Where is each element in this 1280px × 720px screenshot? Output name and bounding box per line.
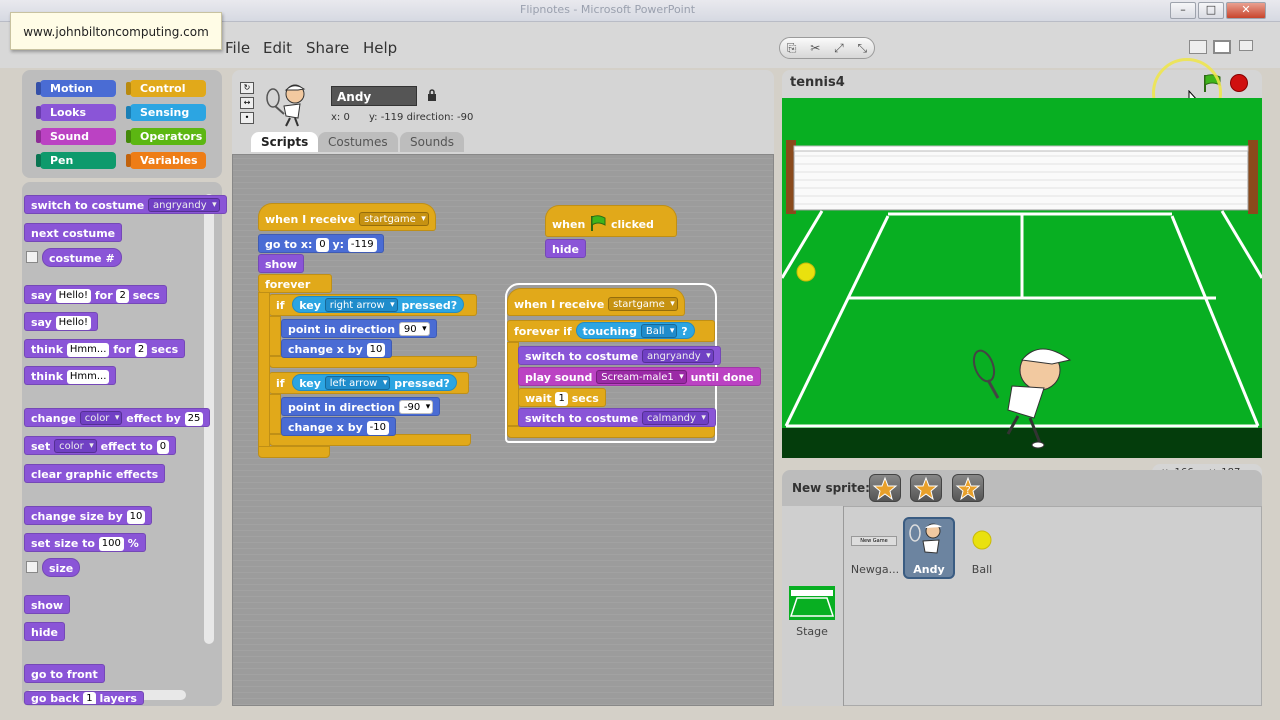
category-operators[interactable]: Operators xyxy=(126,128,206,145)
sprite-label-ball[interactable]: Ball xyxy=(952,563,1012,576)
block-size[interactable]: size xyxy=(42,558,81,577)
category-control[interactable]: Control xyxy=(126,80,206,97)
block-change-size[interactable]: change size by 10 xyxy=(24,506,153,525)
size-checkbox[interactable] xyxy=(26,561,38,573)
script1-forever-bottom xyxy=(258,446,330,458)
block-go-to-front[interactable]: go to front xyxy=(24,664,105,683)
block-next-costume[interactable]: next costume xyxy=(24,223,123,242)
script1-point-90[interactable]: point in direction 90 xyxy=(281,319,437,338)
sprite-name-field[interactable]: Andy xyxy=(331,86,417,106)
stage-canvas[interactable] xyxy=(782,98,1262,458)
script2-hide[interactable]: hide xyxy=(545,239,586,258)
block-switch-to-costume[interactable]: switch to costume angryandy xyxy=(24,195,227,214)
ball-sprite-thumb[interactable] xyxy=(971,529,993,551)
close-window-button[interactable]: ✕ xyxy=(1226,2,1266,19)
grow-icon[interactable]: ⤢ xyxy=(834,41,844,56)
stage-label: Stage xyxy=(796,625,828,638)
sprite-cell-andy[interactable]: Andy xyxy=(903,517,955,579)
sprite-label-andy: Andy xyxy=(913,563,945,576)
category-variables[interactable]: Variables xyxy=(126,152,206,169)
surprise-sprite-button[interactable]: ? xyxy=(952,474,984,502)
script3-when-i-receive[interactable]: when I receive startgame xyxy=(507,288,685,316)
script3-play-sound[interactable]: play sound Scream-male1 until done xyxy=(518,367,761,386)
script1-show[interactable]: show xyxy=(258,254,305,273)
menu-edit[interactable]: Edit xyxy=(263,39,292,57)
script3-forever-if[interactable]: forever if touching Ball ? xyxy=(507,320,715,342)
choose-sprite-from-file-button[interactable] xyxy=(910,474,942,502)
category-looks[interactable]: Looks xyxy=(36,104,116,121)
stage-thumbnail xyxy=(789,586,835,620)
category-sound[interactable]: Sound xyxy=(36,128,116,145)
block-categories: Motion Control Looks Sensing Sound Opera… xyxy=(22,70,222,178)
minimize-button[interactable]: – xyxy=(1170,2,1196,19)
normal-stage-icon[interactable] xyxy=(1213,40,1231,54)
tab-sounds[interactable]: Sounds xyxy=(400,132,465,152)
project-title: tennis4 xyxy=(790,75,845,90)
tab-costumes[interactable]: Costumes xyxy=(318,132,398,152)
sprite-position-readout: x: 0 y: -119 direction: -90 xyxy=(331,112,474,123)
script1-forever[interactable]: forever xyxy=(258,274,332,293)
menu-help[interactable]: Help xyxy=(363,39,397,57)
duplicate-stamp-icon[interactable]: ⎘ xyxy=(787,41,797,56)
paint-star-icon xyxy=(872,476,898,501)
no-rotate-icon[interactable]: • xyxy=(240,112,254,124)
category-motion[interactable]: Motion xyxy=(36,80,116,97)
edit-tools-toolbar: ⎘ ✂ ⤢ ⤡ xyxy=(779,37,875,59)
maximize-button[interactable]: □ xyxy=(1198,2,1224,19)
block-think-for-secs[interactable]: think Hmm... for 2 secs xyxy=(24,339,186,358)
newgame-sprite-thumb[interactable]: New Game xyxy=(851,536,897,546)
script3-wait[interactable]: wait 1 secs xyxy=(518,388,606,407)
script1-if-right[interactable]: if key right arrow pressed? xyxy=(269,294,477,316)
category-pen[interactable]: Pen xyxy=(36,152,116,169)
andy-thumbnail xyxy=(909,523,942,554)
block-say[interactable]: say Hello! xyxy=(24,312,99,331)
sprite-label-newgame[interactable]: Newga... xyxy=(845,563,905,576)
block-clear-graphic-effects[interactable]: clear graphic effects xyxy=(24,464,166,483)
script1-go-to-xy[interactable]: go to x: 0 y: -119 xyxy=(258,234,384,253)
category-sensing[interactable]: Sensing xyxy=(126,104,206,121)
block-think[interactable]: think Hmm... xyxy=(24,366,117,385)
delete-scissors-icon[interactable]: ✂ xyxy=(810,41,820,55)
script1-change-x-neg10[interactable]: change x by -10 xyxy=(281,417,396,436)
script2-when-flag-clicked[interactable]: when clicked xyxy=(545,205,677,237)
shrink-icon[interactable]: ⤡ xyxy=(857,41,867,56)
rotate-all-around-icon[interactable]: ↻ xyxy=(240,82,254,94)
block-say-for-secs[interactable]: say Hello! for 2 secs xyxy=(24,285,167,304)
presentation-mode-icon[interactable] xyxy=(1239,40,1253,51)
menu-share[interactable]: Share xyxy=(306,39,349,57)
new-sprite-label: New sprite: xyxy=(792,481,870,495)
block-set-effect[interactable]: set color effect to 0 xyxy=(24,436,177,455)
script1-if-left-arm xyxy=(269,394,281,434)
block-costume-number[interactable]: costume # xyxy=(42,248,122,267)
script1-if-left[interactable]: if key left arrow pressed? xyxy=(269,372,469,394)
folder-star-icon xyxy=(913,476,939,501)
block-set-size[interactable]: set size to 100 % xyxy=(24,533,146,552)
tab-scripts[interactable]: Scripts xyxy=(251,132,319,152)
block-change-effect[interactable]: change color effect by 25 xyxy=(24,408,211,427)
lock-icon[interactable] xyxy=(427,89,437,101)
site-watermark-label: www.johnbiltoncomputing.com xyxy=(10,12,222,50)
svg-text:?: ? xyxy=(965,485,970,496)
sprite-thumbnail-andy xyxy=(266,84,306,127)
script3-switch-calmandy[interactable]: switch to costume calmandy xyxy=(518,408,716,427)
script1-point-neg90[interactable]: point in direction -90 xyxy=(281,397,441,416)
script1-if-right-arm xyxy=(269,316,281,356)
green-flag-icon xyxy=(591,215,606,231)
script3-switch-angryandy[interactable]: switch to costume angryandy xyxy=(518,346,721,365)
small-stage-icon[interactable] xyxy=(1189,40,1207,54)
stop-button[interactable] xyxy=(1230,74,1248,92)
left-right-flip-icon[interactable]: ↔ xyxy=(240,97,254,109)
block-go-back-layers[interactable]: go back 1 layers xyxy=(24,691,144,705)
script1-change-x-10[interactable]: change x by 10 xyxy=(281,339,393,358)
paint-new-sprite-button[interactable] xyxy=(869,474,901,502)
script1-when-i-receive[interactable]: when I receive startgame xyxy=(258,203,436,231)
costume-num-checkbox[interactable] xyxy=(26,251,38,263)
question-star-icon: ? xyxy=(955,476,981,501)
window-title: Flipnotes - Microsoft PowerPoint xyxy=(520,3,696,16)
block-show[interactable]: show xyxy=(24,595,71,614)
block-hide[interactable]: hide xyxy=(24,622,65,641)
menu-file[interactable]: File xyxy=(225,39,250,57)
